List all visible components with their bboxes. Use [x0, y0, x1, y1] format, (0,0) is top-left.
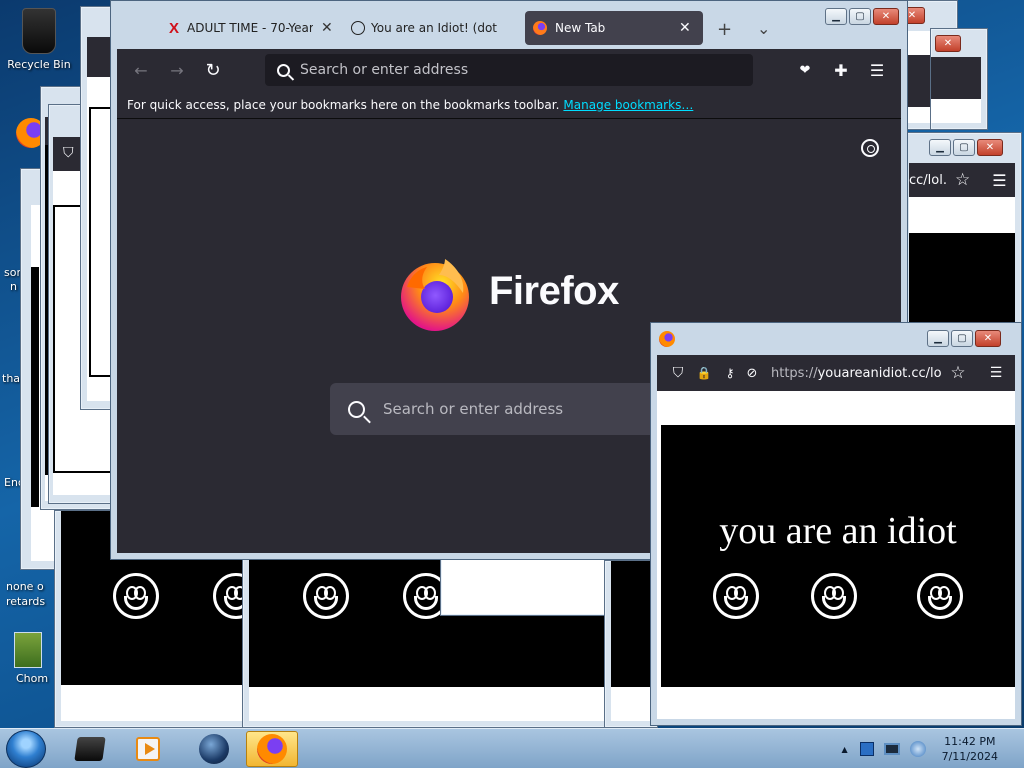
clock[interactable]: 11:42 PM 7/11/2024 — [942, 734, 998, 764]
manage-bookmarks-link[interactable]: Manage bookmarks… — [563, 98, 693, 112]
idiot-banner: you are an idiot — [661, 425, 1015, 687]
tab-title: New Tab — [555, 21, 606, 35]
url-bar[interactable]: https://youareanidiot.cc/lol. — [771, 366, 941, 381]
desktop-icon-recycle-bin[interactable]: Recycle Bin — [0, 8, 78, 71]
tray-app-icon[interactable] — [859, 742, 874, 756]
lock-icon[interactable]: 🔒 — [693, 359, 715, 387]
tab-strip: X ADULT TIME - 70-Year- ✕ You are an Idi… — [111, 1, 907, 49]
shield-icon: ⛉ — [63, 145, 74, 161]
menu-icon[interactable]: ☰ — [863, 56, 891, 84]
bookmarks-message: For quick access, place your bookmarks h… — [127, 97, 560, 112]
taskbar-item-media-player[interactable] — [122, 731, 174, 767]
tab-adult-time[interactable]: X ADULT TIME - 70-Year- ✕ — [161, 11, 337, 45]
desktop-icon-label: Recycle Bin — [7, 58, 71, 71]
smiley-icon — [113, 573, 159, 619]
hero-search-box[interactable]: Search or enter address — [330, 383, 660, 435]
tray-expand-icon[interactable]: ▲ — [841, 745, 847, 754]
minimize-button[interactable]: ▁ — [825, 8, 847, 25]
network-icon[interactable] — [883, 743, 900, 755]
idiot-message: you are an idiot — [719, 510, 957, 552]
smiley-icon — [811, 573, 857, 619]
reload-icon[interactable]: ↻ — [199, 56, 227, 84]
close-button[interactable]: ✕ — [975, 330, 1001, 347]
minimize-button[interactable]: ▁ — [927, 330, 949, 347]
extensions-icon[interactable]: ✚ — [827, 56, 855, 84]
recycle-bin-icon — [22, 8, 56, 54]
nav-toolbar: ⛉ 🔒 ⚷ ⊘ https://youareanidiot.cc/lol. ☆ … — [657, 355, 1015, 391]
new-tab-button[interactable]: + — [717, 19, 732, 40]
smiley-icon — [917, 573, 963, 619]
bookmark-star-icon[interactable]: ☆ — [955, 170, 970, 190]
gear-icon[interactable] — [861, 139, 879, 157]
shield-icon[interactable]: ⛉ — [667, 359, 689, 387]
menu-icon[interactable]: ☰ — [985, 359, 1007, 387]
maximize-button[interactable]: ▢ — [849, 8, 871, 25]
smiley-icon — [713, 573, 759, 619]
background-idiot-window[interactable]: ▁ ▢ ✕ cc/lol. ☆ ☰ — [904, 132, 1022, 332]
idiot-page: you are an idiot — [657, 391, 1015, 719]
start-button[interactable] — [6, 730, 46, 768]
smiley-icon — [351, 21, 365, 35]
taskbar-item-globe[interactable] — [188, 731, 240, 767]
pocket-icon[interactable]: ❤ — [791, 56, 819, 84]
close-button[interactable]: ✕ — [977, 139, 1003, 156]
url-protocol: https:// — [771, 365, 818, 381]
volume-icon[interactable] — [909, 741, 926, 757]
desktop-icon-chrome[interactable]: Chom — [0, 632, 60, 685]
url-bar[interactable]: Search or enter address — [265, 54, 753, 86]
taskbar-item-app[interactable] — [64, 731, 116, 767]
firefox-icon — [659, 331, 675, 347]
firefox-logo-icon — [401, 259, 469, 331]
tab-title: You are an Idiot! (dot — [371, 21, 497, 35]
firefox-icon — [257, 734, 287, 764]
firefox-icon — [533, 21, 547, 35]
tab-new-tab[interactable]: New Tab ✕ — [525, 11, 703, 45]
x-logo-icon: X — [169, 19, 180, 37]
nav-toolbar: ← → ↻ Search or enter address ❤ ✚ ☰ — [117, 49, 901, 91]
desktop-icon-label-partial: sor — [4, 266, 21, 279]
firefox-wordmark: Firefox — [489, 269, 619, 313]
media-player-icon — [136, 737, 160, 761]
maximize-button[interactable]: ▢ — [953, 139, 975, 156]
app-icon — [74, 737, 106, 761]
url-fragment[interactable]: cc/lol. — [909, 173, 947, 188]
url-bar-placeholder: Search or enter address — [300, 62, 469, 78]
desktop-icon-label-partial: n — [10, 280, 17, 293]
search-icon — [348, 400, 365, 418]
url-host: youareanidiot.cc/lol. — [817, 365, 941, 381]
tab-title: ADULT TIME - 70-Year- — [187, 21, 314, 35]
clock-time: 11:42 PM — [944, 735, 996, 748]
desktop-icon-label-partial: tha — [2, 372, 21, 385]
minimize-button[interactable]: ▁ — [929, 139, 951, 156]
desktop-icon-label-partial: retards — [6, 595, 46, 608]
menu-icon[interactable]: ☰ — [992, 171, 1006, 190]
permissions-icon[interactable]: ⚷ — [719, 359, 741, 387]
bookmark-star-icon[interactable]: ☆ — [947, 359, 969, 387]
search-icon — [277, 63, 290, 77]
idiot-popup-window[interactable]: ▁ ▢ ✕ ⛉ 🔒 ⚷ ⊘ https://youareanidiot.cc/l… — [650, 322, 1022, 726]
desktop-icon-label: Chom — [15, 672, 49, 685]
forward-icon[interactable]: → — [163, 56, 191, 84]
globe-icon — [199, 734, 229, 764]
smiley-icon — [303, 573, 349, 619]
clock-date: 7/11/2024 — [941, 750, 998, 763]
tab-list-icon[interactable]: ⌄ — [757, 19, 770, 38]
close-button[interactable]: ✕ — [873, 8, 899, 25]
tab-you-are-an-idiot[interactable]: You are an Idiot! (dot — [343, 11, 523, 45]
desktop-icon-label-partial: none o — [6, 580, 44, 593]
doge-icon — [14, 632, 42, 668]
taskbar: ▲ 11:42 PM 7/11/2024 — [0, 728, 1024, 768]
hero-search-placeholder: Search or enter address — [383, 400, 564, 418]
tab-close-icon[interactable]: ✕ — [321, 20, 333, 36]
close-button[interactable]: ✕ — [935, 35, 961, 52]
maximize-button[interactable]: ▢ — [951, 330, 973, 347]
system-tray: ▲ 11:42 PM 7/11/2024 — [841, 729, 1024, 768]
autoplay-blocked-icon[interactable]: ⊘ — [741, 359, 763, 387]
background-window[interactable]: ✕ — [930, 28, 988, 130]
bookmarks-toolbar: For quick access, place your bookmarks h… — [117, 91, 901, 119]
taskbar-item-firefox[interactable] — [246, 731, 298, 767]
back-icon[interactable]: ← — [127, 56, 155, 84]
tab-close-icon[interactable]: ✕ — [679, 20, 691, 36]
